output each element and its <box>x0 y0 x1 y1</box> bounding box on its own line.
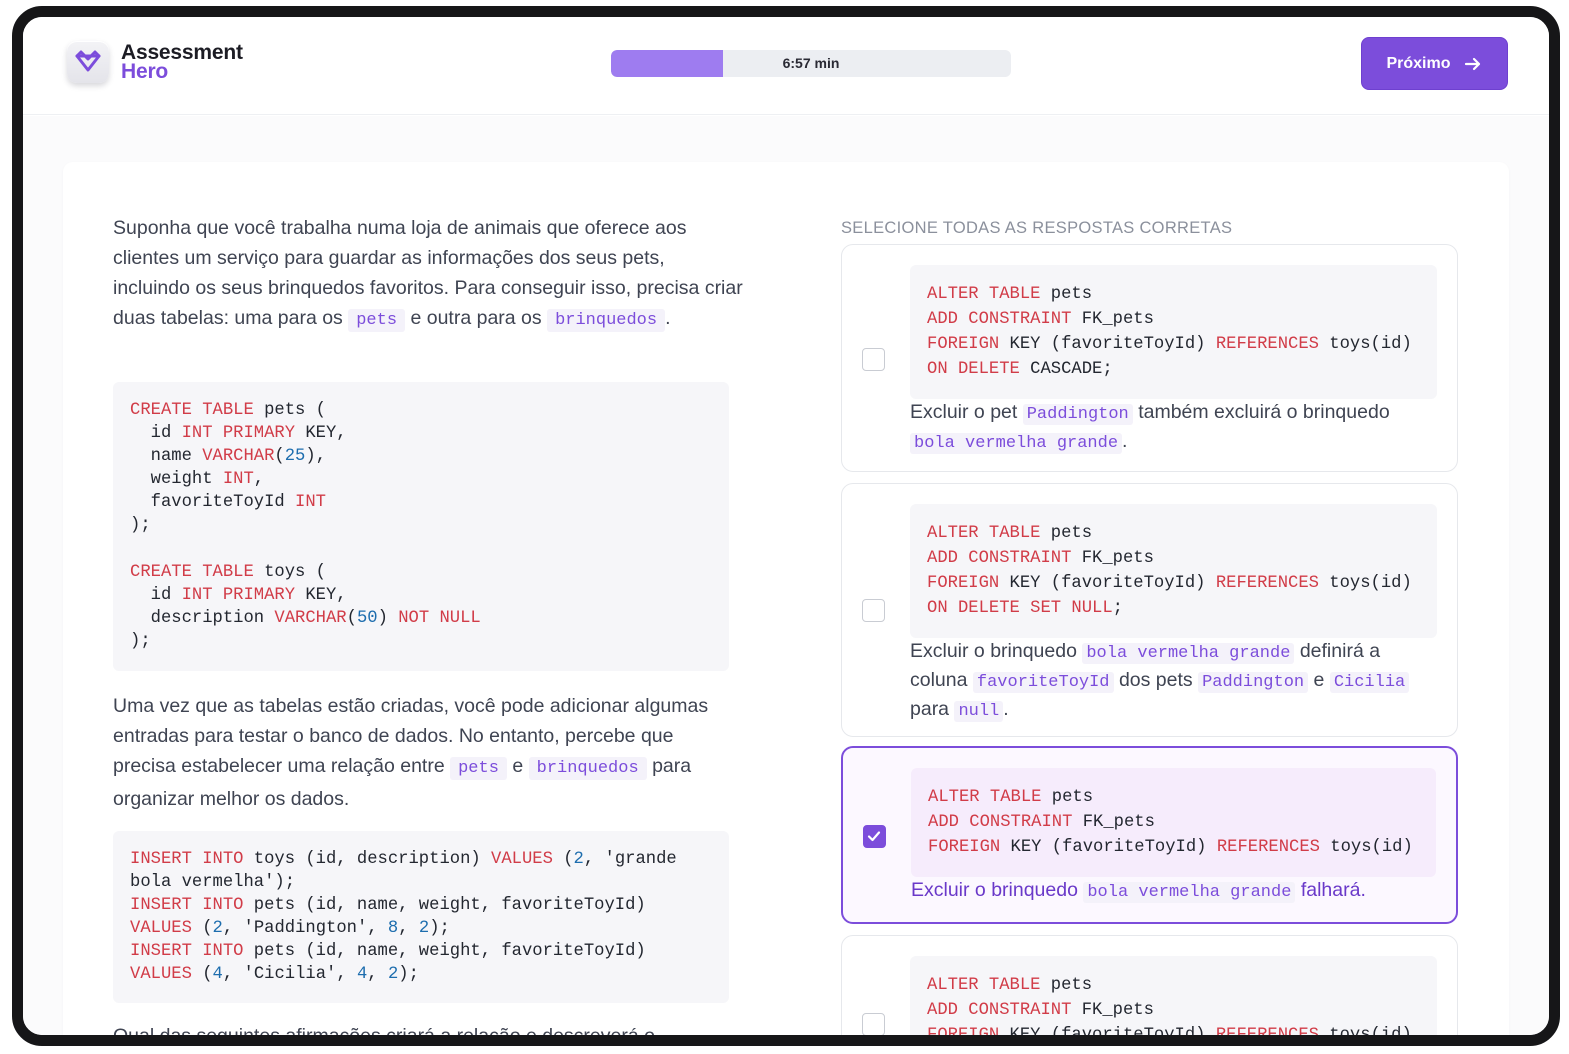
inline-code-null: null <box>954 701 1004 722</box>
code-block-create-tables: CREATE TABLE pets ( id INT PRIMARY KEY, … <box>113 382 729 671</box>
timer-text: 6:57 min <box>782 55 840 71</box>
arrow-right-icon <box>1464 57 1480 70</box>
option-4-code: ALTER TABLE pets ADD CONSTRAINT FK_pets … <box>910 956 1437 1035</box>
checkmark-icon <box>867 831 881 842</box>
inline-code-pets: pets <box>348 309 406 332</box>
answer-option-2[interactable]: ALTER TABLE pets ADD CONSTRAINT FK_pets … <box>841 483 1458 737</box>
inline-code-paddington: Paddington <box>1198 672 1309 693</box>
question-paragraph-3: Qual das seguintes afirmações criará a r… <box>113 1025 655 1041</box>
question-paragraph-1: Suponha que você trabalha numa loja de a… <box>113 217 743 332</box>
inline-code-paddington: Paddington <box>1022 404 1133 425</box>
code-block-inserts: INSERT INTO toys (id, description) VALUE… <box>113 831 729 1003</box>
answer-option-3[interactable]: ALTER TABLE pets ADD CONSTRAINT FK_pets … <box>841 746 1458 924</box>
inline-code-bola: bola vermelha grande <box>910 433 1123 454</box>
question-paragraph-2: Uma vez que as tabelas estão criadas, vo… <box>113 695 709 810</box>
option-3-checkbox[interactable] <box>863 825 886 848</box>
option-1-code: ALTER TABLE pets ADD CONSTRAINT FK_pets … <box>910 265 1437 399</box>
option-2-code: ALTER TABLE pets ADD CONSTRAINT FK_pets … <box>910 504 1437 638</box>
top-bar: Assessment Hero 6:57 min Próximo <box>23 17 1549 115</box>
inline-code-brinquedos: brinquedos <box>547 309 666 332</box>
option-2-text: Excluir o brinquedo bola vermelha grande… <box>910 638 1437 725</box>
option-2-checkbox[interactable] <box>862 599 885 622</box>
option-4-checkbox[interactable] <box>862 1013 885 1035</box>
answer-option-1[interactable]: ALTER TABLE pets ADD CONSTRAINT FK_pets … <box>841 244 1458 472</box>
brand-logo: Assessment Hero <box>67 41 243 83</box>
option-3-text: Excluir o brinquedo bola vermelha grande… <box>911 879 1366 903</box>
next-button-label: Próximo <box>1386 54 1451 72</box>
brand-name-line2: Hero <box>121 60 169 83</box>
brand-name: Assessment Hero <box>121 42 243 83</box>
inline-code-brinquedos-2: brinquedos <box>528 757 647 780</box>
option-1-text: Excluir o pet Paddington também excluirá… <box>910 401 1390 454</box>
option-3-code: ALTER TABLE pets ADD CONSTRAINT FK_pets … <box>911 768 1436 877</box>
inline-code-cicilia: Cicilia <box>1329 672 1410 693</box>
logo-heart-icon <box>67 41 109 83</box>
inline-code-bola: bola vermelha grande <box>1083 882 1296 903</box>
option-1-checkbox[interactable] <box>862 348 885 371</box>
inline-code-bola: bola vermelha grande <box>1082 643 1295 664</box>
timer-progress-bar: 6:57 min <box>611 50 1011 77</box>
inline-code-pets-2: pets <box>450 757 507 780</box>
inline-code-favoritetoyid: favoriteToyId <box>972 672 1114 693</box>
device-frame: Assessment Hero 6:57 min Próximo Suponha… <box>12 6 1560 1046</box>
select-all-label: SELECIONE TODAS AS RESPOSTAS CORRETAS <box>841 219 1233 237</box>
next-button[interactable]: Próximo <box>1361 37 1508 90</box>
answer-option-4[interactable]: ALTER TABLE pets ADD CONSTRAINT FK_pets … <box>841 935 1458 1035</box>
